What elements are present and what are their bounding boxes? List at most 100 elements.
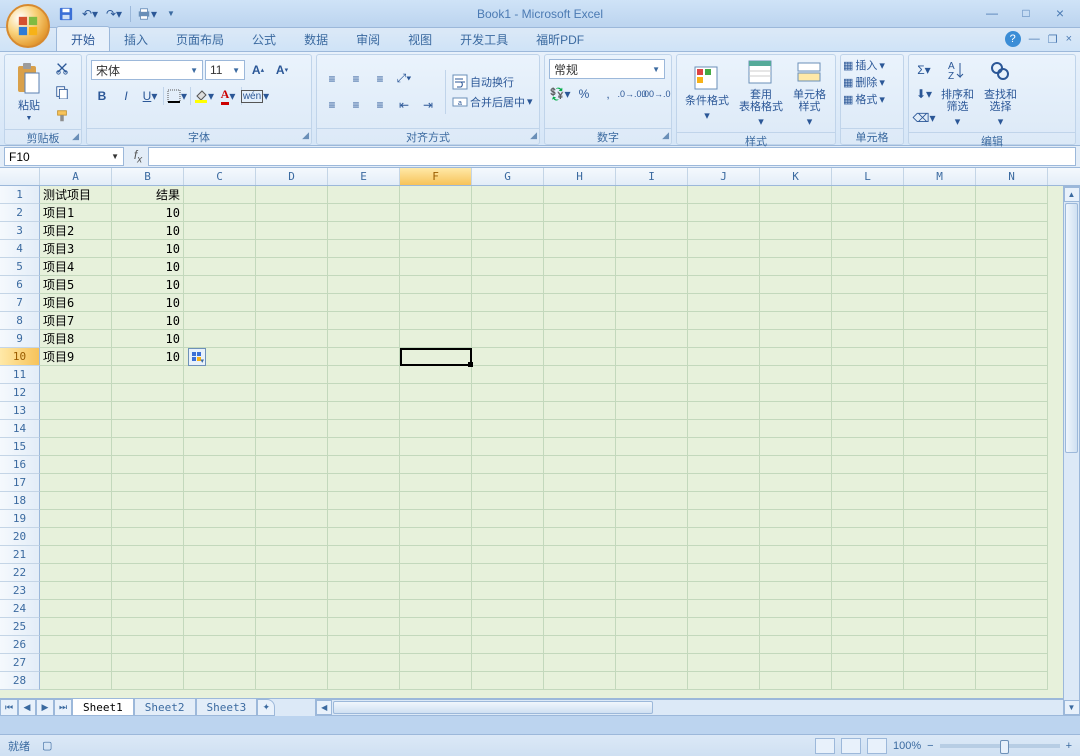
col-header-L[interactable]: L: [832, 168, 904, 185]
scroll-up-button[interactable]: ▲: [1064, 187, 1080, 202]
cell-H8[interactable]: [544, 312, 616, 330]
cell-F22[interactable]: [400, 564, 472, 582]
cell-K19[interactable]: [760, 510, 832, 528]
cell-G7[interactable]: [472, 294, 544, 312]
cell-B18[interactable]: [112, 492, 184, 510]
row-header-9[interactable]: 9: [0, 330, 40, 348]
cell-G22[interactable]: [472, 564, 544, 582]
cell-M16[interactable]: [904, 456, 976, 474]
cell-L22[interactable]: [832, 564, 904, 582]
cell-N20[interactable]: [976, 528, 1048, 546]
indent-decrease-button[interactable]: ⇤: [393, 94, 415, 116]
cell-M17[interactable]: [904, 474, 976, 492]
cell-C25[interactable]: [184, 618, 256, 636]
cell-M12[interactable]: [904, 384, 976, 402]
cell-M6[interactable]: [904, 276, 976, 294]
cell-H27[interactable]: [544, 654, 616, 672]
cell-E4[interactable]: [328, 240, 400, 258]
cell-C5[interactable]: [184, 258, 256, 276]
qat-print[interactable]: ▾: [137, 4, 157, 24]
cell-I15[interactable]: [616, 438, 688, 456]
cell-I12[interactable]: [616, 384, 688, 402]
cell-D21[interactable]: [256, 546, 328, 564]
cell-D10[interactable]: [256, 348, 328, 366]
cell-K5[interactable]: [760, 258, 832, 276]
font-launcher[interactable]: ◢: [302, 130, 309, 141]
cell-A3[interactable]: 项目2: [40, 222, 112, 240]
cell-styles-button[interactable]: 单元格 样式▾: [789, 57, 830, 130]
cell-J26[interactable]: [688, 636, 760, 654]
maximize-button[interactable]: □: [1014, 4, 1038, 22]
cell-K24[interactable]: [760, 600, 832, 618]
cell-A10[interactable]: 项目9: [40, 348, 112, 366]
cell-J11[interactable]: [688, 366, 760, 384]
cell-F28[interactable]: [400, 672, 472, 690]
sheet-tab-Sheet3[interactable]: Sheet3: [196, 699, 258, 716]
cell-F12[interactable]: [400, 384, 472, 402]
cell-H9[interactable]: [544, 330, 616, 348]
horizontal-scrollbar[interactable]: ◀ ▶: [315, 699, 1080, 716]
row-header-2[interactable]: 2: [0, 204, 40, 222]
cell-B20[interactable]: [112, 528, 184, 546]
row-header-27[interactable]: 27: [0, 654, 40, 672]
bold-button[interactable]: B: [91, 85, 113, 107]
autofill-options-button[interactable]: [188, 348, 206, 366]
cell-C13[interactable]: [184, 402, 256, 420]
cell-M23[interactable]: [904, 582, 976, 600]
cell-K15[interactable]: [760, 438, 832, 456]
cell-N27[interactable]: [976, 654, 1048, 672]
cell-A18[interactable]: [40, 492, 112, 510]
cell-H25[interactable]: [544, 618, 616, 636]
cell-E28[interactable]: [328, 672, 400, 690]
cell-E3[interactable]: [328, 222, 400, 240]
cell-N22[interactable]: [976, 564, 1048, 582]
cell-J16[interactable]: [688, 456, 760, 474]
cell-C8[interactable]: [184, 312, 256, 330]
cell-H7[interactable]: [544, 294, 616, 312]
cell-A23[interactable]: [40, 582, 112, 600]
cell-K7[interactable]: [760, 294, 832, 312]
cell-J15[interactable]: [688, 438, 760, 456]
cell-D26[interactable]: [256, 636, 328, 654]
cell-I16[interactable]: [616, 456, 688, 474]
cell-F20[interactable]: [400, 528, 472, 546]
cell-B1[interactable]: 结果: [112, 186, 184, 204]
cell-G28[interactable]: [472, 672, 544, 690]
cell-I10[interactable]: [616, 348, 688, 366]
cell-L8[interactable]: [832, 312, 904, 330]
cell-B25[interactable]: [112, 618, 184, 636]
close-button[interactable]: ×: [1048, 4, 1072, 22]
cell-H11[interactable]: [544, 366, 616, 384]
sheet-nav-last[interactable]: ⏭: [54, 699, 72, 716]
cell-J3[interactable]: [688, 222, 760, 240]
cell-J12[interactable]: [688, 384, 760, 402]
cell-L17[interactable]: [832, 474, 904, 492]
cell-I4[interactable]: [616, 240, 688, 258]
cell-E8[interactable]: [328, 312, 400, 330]
align-launcher[interactable]: ◢: [530, 130, 537, 141]
cell-D1[interactable]: [256, 186, 328, 204]
cell-K14[interactable]: [760, 420, 832, 438]
cell-I22[interactable]: [616, 564, 688, 582]
cell-N11[interactable]: [976, 366, 1048, 384]
cell-D18[interactable]: [256, 492, 328, 510]
cell-M14[interactable]: [904, 420, 976, 438]
row-header-13[interactable]: 13: [0, 402, 40, 420]
cell-N28[interactable]: [976, 672, 1048, 690]
doc-close[interactable]: ×: [1066, 33, 1072, 45]
cell-M15[interactable]: [904, 438, 976, 456]
merge-center-button[interactable]: a合并后居中▾: [452, 94, 533, 110]
cell-E12[interactable]: [328, 384, 400, 402]
cell-F19[interactable]: [400, 510, 472, 528]
cell-J19[interactable]: [688, 510, 760, 528]
cell-J21[interactable]: [688, 546, 760, 564]
cell-H6[interactable]: [544, 276, 616, 294]
cell-I9[interactable]: [616, 330, 688, 348]
cell-N15[interactable]: [976, 438, 1048, 456]
cell-G12[interactable]: [472, 384, 544, 402]
qat-save[interactable]: [56, 4, 76, 24]
cell-E7[interactable]: [328, 294, 400, 312]
sheet-nav-first[interactable]: ⏮: [0, 699, 18, 716]
select-all-corner[interactable]: [0, 168, 40, 185]
cell-D3[interactable]: [256, 222, 328, 240]
